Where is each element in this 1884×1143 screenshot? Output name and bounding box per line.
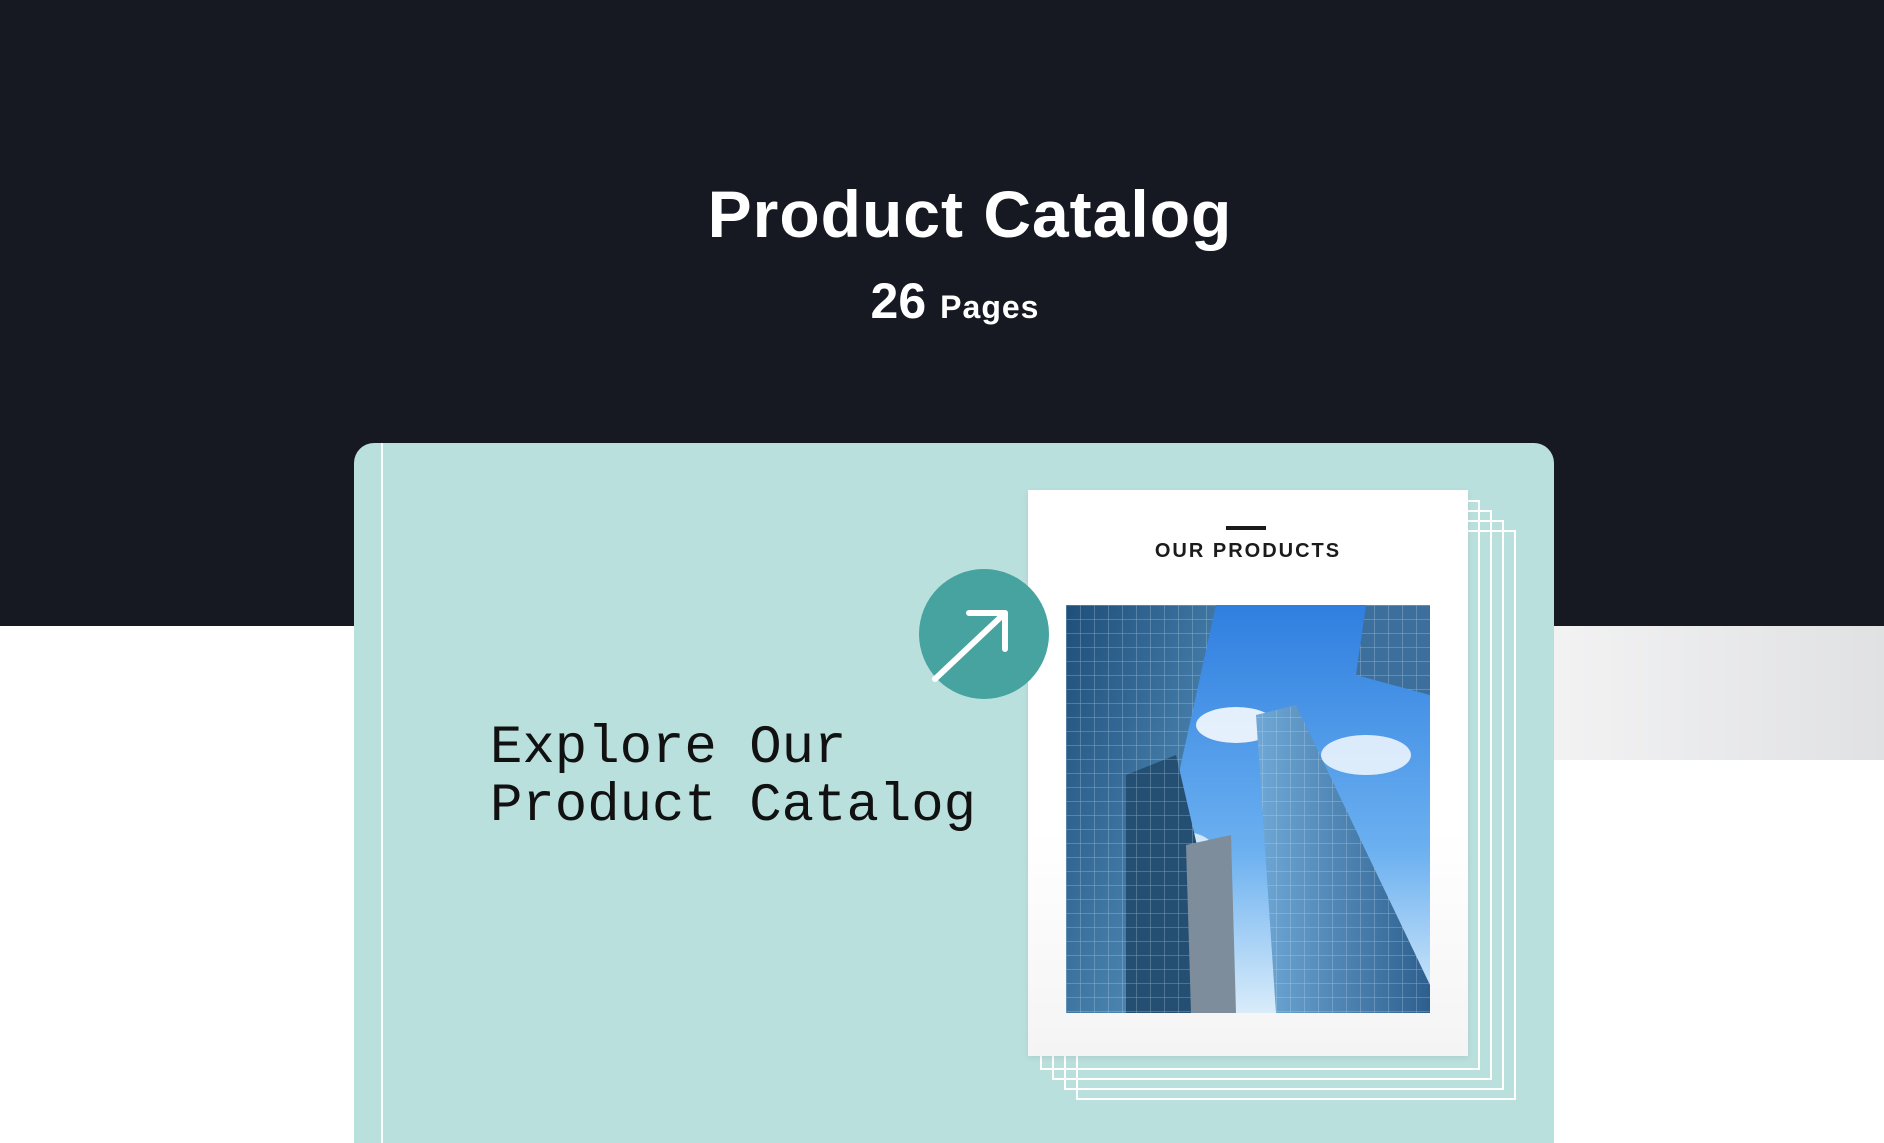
card-heading-line-1: Explore Our [490, 718, 847, 779]
page-title: Product Catalog [707, 177, 1233, 251]
our-products-label: OUR PRODUCTS [1154, 540, 1342, 562]
page-count: 26 Pages [0, 272, 1884, 330]
title-dash [1226, 526, 1266, 530]
page-count-unit: Pages [940, 289, 1040, 325]
page-count-number: 26 [870, 273, 927, 329]
card-heading-line-2: Product Catalog [490, 776, 977, 837]
catalog-front-page[interactable]: OUR PRODUCTS [1028, 490, 1468, 1056]
decorative-strip [1540, 626, 1884, 760]
catalog-preview-card[interactable]: Explore Our Product Catalog OUR PRODUCTS [354, 443, 1554, 1143]
skyscrapers-photo [1066, 605, 1430, 1013]
open-catalog-button[interactable] [919, 569, 1049, 699]
card-heading: Explore Our Product Catalog [490, 720, 976, 836]
skyscrapers-illustration [1066, 605, 1430, 1013]
card-spine-line [381, 443, 383, 1143]
arrow-up-right-icon [932, 610, 1008, 682]
